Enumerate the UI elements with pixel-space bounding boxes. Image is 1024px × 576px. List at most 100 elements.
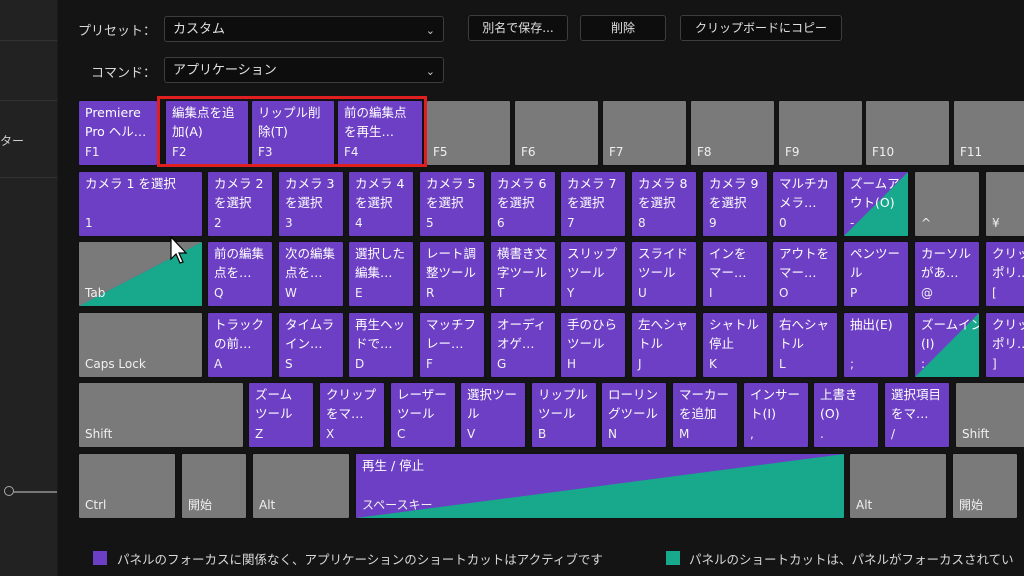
key-kt[interactable]: 横書き文 字ツール T [490,241,556,307]
key-command-label: トラック の前… [214,317,265,351]
key-k4[interactable]: カメラ 4 を選択 4 [348,171,414,237]
key-ksemi[interactable]: 抽出(E); [843,312,909,378]
key-k6[interactable]: カメラ 6 を選択 6 [490,171,556,237]
key-caps[interactable]: Caps Lock [78,312,203,378]
key-kz[interactable]: ズーム ツール Z [248,382,314,448]
key-lalt[interactable]: Alt [252,453,350,519]
key-lshift[interactable]: Shift [78,382,244,448]
key-kat[interactable]: カーソル があ… @ [914,241,980,307]
key-k5[interactable]: カメラ 5 を選択 5 [419,171,485,237]
key-kj[interactable]: 左へシャ トル J [631,312,697,378]
copy-to-clipboard-button[interactable]: クリップボードにコピー [680,15,842,41]
mouse-pointer-icon [170,236,188,264]
key-k3[interactable]: カメラ 3 を選択 3 [278,171,344,237]
key-kc[interactable]: レーザー ツール C [390,382,456,448]
key-kf[interactable]: マッチフ レー… F [419,312,485,378]
key-kb[interactable]: リップル ツール B [531,382,597,448]
key-km[interactable]: マーカー を追加 M [672,382,738,448]
delete-button[interactable]: 削除 [580,15,666,41]
key-ke[interactable]: 選択した 編集… E [348,241,414,307]
zoom-slider-track[interactable] [14,491,57,493]
key-k8[interactable]: カメラ 8 を選択 8 [631,171,697,237]
key-name-label: B [538,427,547,441]
key-name-label: 8 [638,216,646,230]
key-f8[interactable]: F8 [690,100,775,166]
key-space[interactable]: 再生 / 停止 スペースキー [355,453,845,519]
chevron-down-icon: ⌄ [425,65,435,78]
key-k2[interactable]: カメラ 2 を選択 2 [207,171,273,237]
key-kk[interactable]: シャトル 停止 K [702,312,768,378]
key-lstart[interactable]: 開始 [181,453,247,519]
key-rshift[interactable]: Shift [955,382,1024,448]
key-name-label: K [709,357,717,371]
key-ks[interactable]: タイムラ イン… S [278,312,344,378]
key-f7[interactable]: F7 [602,100,687,166]
key-k7[interactable]: カメラ 7 を選択 7 [560,171,626,237]
key-name-label: F2 [172,145,187,159]
key-command-label: 上書き (O) [820,387,858,421]
key-kv[interactable]: 選択ツー ル V [460,382,526,448]
key-kcomma[interactable]: インサー ト(I), [743,382,809,448]
key-name-label: H [567,357,577,371]
key-name-label: 7 [567,216,575,230]
key-lctrl[interactable]: Ctrl [78,453,176,519]
key-command-label: カメラ 1 を選択 [85,176,176,191]
key-f9[interactable]: F9 [778,100,863,166]
key-kq[interactable]: 前の編集 点を… Q [207,241,273,307]
key-command-label: シャトル 停止 [709,317,760,351]
key-name-label: 3 [285,216,293,230]
key-name-label: R [426,286,435,300]
key-name-label: Y [567,286,575,300]
key-name-label: ; [850,357,855,371]
preset-dropdown[interactable]: カスタム ⌄ [164,16,444,42]
key-k9[interactable]: カメラ 9 を選択 9 [702,171,768,237]
key-kx[interactable]: クリップ をマ… X [319,382,385,448]
key-f3[interactable]: リップル削 除(T) F3 [251,100,335,166]
key-k0[interactable]: マルチカ メラ… 0 [772,171,838,237]
key-ku[interactable]: スライド ツール U [631,241,697,307]
key-kperiod[interactable]: 上書き (O). [813,382,879,448]
key-kd[interactable]: 再生ヘッ ドで… D [348,312,414,378]
key-f11[interactable]: F11 [953,100,1024,166]
key-name-label: Tab [85,286,106,300]
key-kp[interactable]: ペンツー ル P [843,241,909,307]
key-f10[interactable]: F10 [865,100,950,166]
key-kcaret[interactable]: ^ [914,171,980,237]
key-command-label: 前の編集点 を再生… [344,105,407,139]
key-ko[interactable]: アウトを マー… O [772,241,838,307]
key-ralt[interactable]: Alt [849,453,947,519]
key-kbrl[interactable]: クリッ ポリ… [ [985,241,1024,307]
key-command-label: レート調 整ツール [426,246,477,280]
save-as-button[interactable]: 別名で保存... [468,15,568,41]
key-f2[interactable]: 編集点を追 加(A) F2 [165,100,249,166]
key-kl[interactable]: 右へシャ トル L [772,312,838,378]
key-command-label: 再生 / 停止 [362,458,425,473]
key-k1[interactable]: カメラ 1 を選択 1 [78,171,203,237]
key-name-label: F1 [85,145,100,159]
key-kyen[interactable]: ¥ [985,171,1024,237]
command-dropdown[interactable]: アプリケーション ⌄ [164,57,444,83]
key-ky[interactable]: スリップ ツール Y [560,241,626,307]
key-kg[interactable]: オーディ オゲ… G [490,312,556,378]
key-f1[interactable]: Premiere Pro ヘル… F1 [78,100,158,166]
key-name-label: 4 [355,216,363,230]
key-name-label: / [891,427,896,441]
key-kslash[interactable]: 選択項目 をマ… / [884,382,950,448]
key-rstart[interactable]: 開始 [952,453,1018,519]
key-ka[interactable]: トラック の前… A [207,312,273,378]
zoom-slider-handle[interactable] [4,486,14,496]
key-ki[interactable]: インを マー… I [702,241,768,307]
key-f6[interactable]: F6 [514,100,599,166]
key-kn[interactable]: ローリン グツール N [601,382,667,448]
key-name-label: F6 [521,145,536,159]
key-kr[interactable]: レート調 整ツール R [419,241,485,307]
key-kminus[interactable]: ズームア ウト(O) - [843,171,909,237]
key-command-label: カーソル があ… [921,246,972,280]
key-kw[interactable]: 次の編集 点を… W [278,241,344,307]
key-kbrr[interactable]: クリッ ポリ…] [985,312,1024,378]
key-f4[interactable]: 前の編集点 を再生… F4 [337,100,423,166]
key-command-label: カメラ 5 を選択 [426,176,476,210]
key-kcolon[interactable]: ズームイン (I): [914,312,980,378]
key-kh[interactable]: 手のひら ツール H [560,312,626,378]
key-f5[interactable]: F5 [426,100,511,166]
